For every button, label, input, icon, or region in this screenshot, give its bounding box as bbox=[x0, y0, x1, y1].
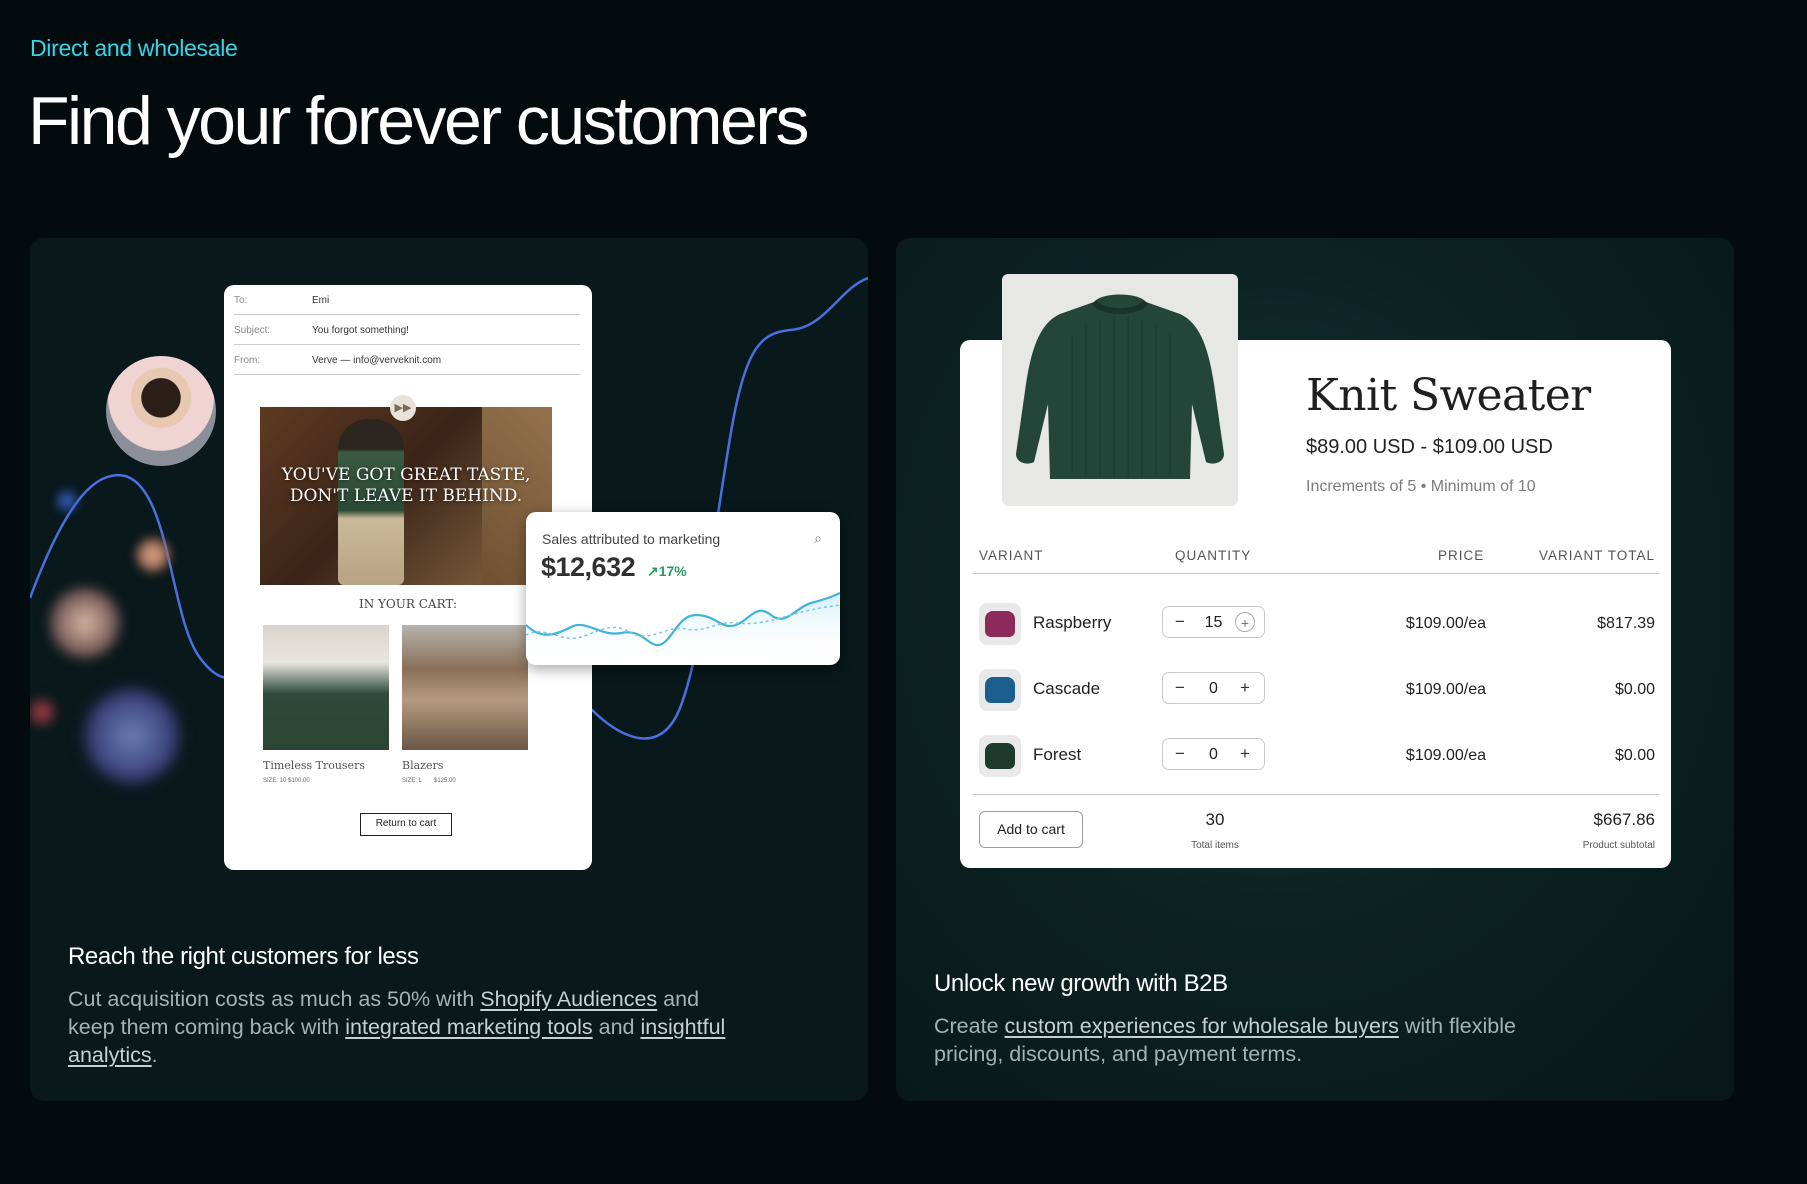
variant-swatch bbox=[979, 603, 1021, 645]
card-body: Cut acquisition costs as much as 50% wit… bbox=[68, 985, 728, 1069]
sweater-thumbnail bbox=[985, 677, 1015, 703]
body-text: Cut acquisition costs as much as 50% wit… bbox=[68, 987, 481, 1011]
variant-total: $0.00 bbox=[1614, 681, 1655, 698]
email-hero-text: YOU'VE GOT GREAT TASTE, DON'T LEAVE IT B… bbox=[281, 465, 531, 506]
variant-row: Cascade − 0 + $109.00/ea $0.00 bbox=[960, 664, 1671, 714]
eyebrow: Direct and wholesale bbox=[30, 35, 238, 61]
marketing-card: To: Emi Subject: You forgot something! F… bbox=[30, 238, 868, 1101]
product-title: Knit Sweater bbox=[1306, 370, 1591, 421]
sweater-illustration bbox=[1016, 294, 1224, 479]
trend-up-icon: ↗ bbox=[647, 563, 659, 579]
quantity-stepper[interactable]: − 0 + bbox=[1162, 738, 1265, 770]
variant-name: Raspberry bbox=[1033, 613, 1112, 632]
customer-avatar bbox=[106, 356, 216, 466]
sweater-thumbnail bbox=[985, 743, 1015, 769]
email-hero-image: YOU'VE GOT GREAT TASTE, DON'T LEAVE IT B… bbox=[260, 407, 552, 585]
body-text: Create bbox=[934, 1014, 1005, 1038]
card-body: Create custom experiences for wholesale … bbox=[934, 1012, 1574, 1068]
variant-swatch bbox=[979, 735, 1021, 777]
blurred-avatar bbox=[82, 686, 182, 786]
shopify-audiences-link[interactable]: Shopify Audiences bbox=[480, 987, 657, 1011]
blurred-avatar bbox=[136, 538, 170, 572]
b2b-copy: Unlock new growth with B2B Create custom… bbox=[934, 970, 1574, 1068]
sales-delta-value: 17% bbox=[658, 563, 687, 579]
footer-divider bbox=[973, 794, 1659, 795]
email-subject-label: Subject: bbox=[234, 325, 271, 336]
quantity-stepper[interactable]: − 0 + bbox=[1162, 672, 1265, 704]
column-header-variant: VARIANT bbox=[979, 548, 1044, 563]
increment-button[interactable]: + bbox=[1235, 678, 1255, 698]
increment-button[interactable]: + bbox=[1235, 744, 1255, 764]
increment-button[interactable]: + bbox=[1235, 612, 1255, 632]
marketing-copy: Reach the right customers for less Cut a… bbox=[68, 943, 728, 1069]
variant-total: $817.39 bbox=[1597, 615, 1655, 632]
sales-sparkline bbox=[526, 591, 840, 665]
card-title: Reach the right customers for less bbox=[68, 943, 419, 970]
body-text: . bbox=[151, 1043, 158, 1067]
return-to-cart-button[interactable]: Return to cart bbox=[360, 813, 452, 836]
wholesale-experiences-link[interactable]: custom experiences for wholesale buyers bbox=[1005, 1014, 1399, 1038]
sweater-thumbnail bbox=[985, 611, 1015, 637]
product-price: $100.00 bbox=[288, 778, 310, 784]
blurred-avatar bbox=[50, 588, 120, 658]
product-image-blazer bbox=[402, 625, 528, 750]
forward-icon: ▶▶ bbox=[390, 395, 416, 421]
email-subject-value: You forgot something! bbox=[312, 325, 409, 336]
product-image-sweater bbox=[1002, 274, 1238, 506]
variant-price: $109.00/ea bbox=[1405, 681, 1486, 698]
variant-swatch bbox=[979, 669, 1021, 711]
marketing-tools-link[interactable]: integrated marketing tools bbox=[345, 1015, 592, 1039]
b2b-card: Knit Sweater $89.00 USD - $109.00 USD In… bbox=[896, 238, 1734, 1101]
sales-widget-title: Sales attributed to marketing bbox=[542, 531, 721, 547]
blurred-avatar bbox=[52, 486, 82, 516]
body-text: and bbox=[592, 1015, 641, 1039]
email-to-value: Emi bbox=[312, 295, 330, 306]
column-header-quantity: QUANTITY bbox=[1175, 548, 1252, 563]
product-name: Blazers bbox=[402, 759, 444, 772]
email-from-label: From: bbox=[234, 355, 261, 366]
product-subtotal-label: Product subtotal bbox=[1582, 840, 1655, 851]
header-divider bbox=[973, 573, 1659, 574]
product-name: Timeless Trousers bbox=[263, 759, 365, 772]
total-items-label: Total items bbox=[1191, 840, 1239, 851]
email-to-label: To: bbox=[234, 295, 248, 306]
variant-total: $0.00 bbox=[1614, 747, 1655, 764]
variant-row: Forest − 0 + $109.00/ea $0.00 bbox=[960, 730, 1671, 780]
card-title: Unlock new growth with B2B bbox=[934, 970, 1228, 997]
variant-price: $109.00/ea bbox=[1405, 747, 1486, 764]
total-items-value: 30 bbox=[1205, 810, 1225, 829]
quantity-stepper[interactable]: − 15 + bbox=[1162, 606, 1265, 638]
product-order-rules: Increments of 5 • Minimum of 10 bbox=[1306, 478, 1536, 495]
sales-value: $12,632 bbox=[541, 552, 636, 582]
product-price-range: $89.00 USD - $109.00 USD bbox=[1306, 436, 1553, 458]
product-size: SIZE: 10 bbox=[263, 778, 287, 784]
email-from-row: From: Verve — info@verveknit.com bbox=[234, 345, 580, 375]
variant-row: Raspberry − 15 + $109.00/ea $817.39 bbox=[960, 598, 1671, 648]
email-subject-row: Subject: You forgot something! bbox=[234, 315, 580, 345]
email-to-row: To: Emi bbox=[234, 285, 580, 315]
search-chart-icon[interactable]: ⌕ bbox=[814, 530, 822, 547]
add-to-cart-button[interactable]: Add to cart bbox=[979, 811, 1083, 848]
page-headline: Find your forever customers bbox=[28, 83, 810, 159]
product-image-trousers bbox=[263, 625, 389, 750]
email-from-value: Verve — info@verveknit.com bbox=[312, 355, 442, 366]
variant-name: Cascade bbox=[1033, 679, 1101, 698]
variant-price: $109.00/ea bbox=[1405, 615, 1486, 632]
product-size: SIZE: L bbox=[402, 778, 423, 784]
variant-name: Forest bbox=[1033, 745, 1082, 764]
product-subtotal-value: $667.86 bbox=[1593, 810, 1655, 829]
column-header-price: PRICE bbox=[1438, 548, 1485, 563]
sales-delta: ↗17% bbox=[647, 563, 687, 580]
sales-attribution-widget: Sales attributed to marketing ⌕ $12,632 … bbox=[526, 512, 840, 665]
column-header-variant-total: VARIANT TOTAL bbox=[1538, 548, 1655, 563]
product-price: $125.00 bbox=[434, 778, 456, 784]
